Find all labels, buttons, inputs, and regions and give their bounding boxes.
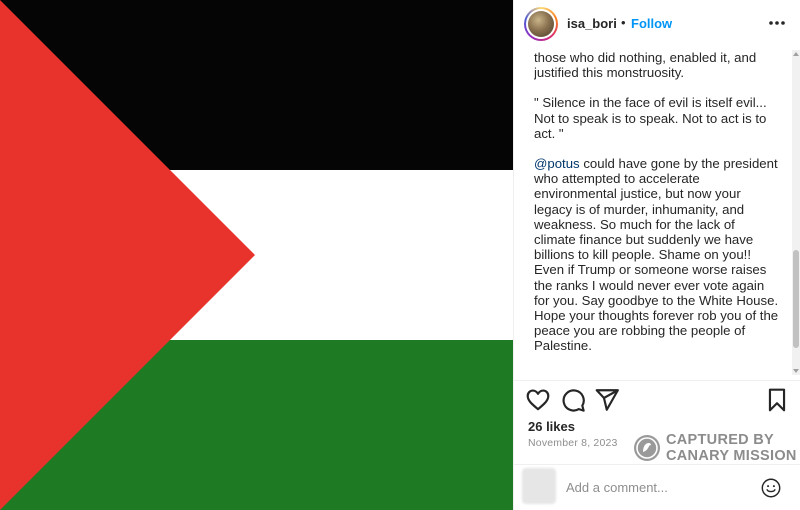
mention-link[interactable]: @potus <box>534 156 580 171</box>
caption-scrollbar[interactable] <box>792 50 800 375</box>
caption-body-text: could have gone by the president who att… <box>534 156 779 354</box>
scrollbar-thumb[interactable] <box>793 250 799 348</box>
emoji-icon[interactable] <box>760 477 782 499</box>
post-actions <box>514 387 800 415</box>
canary-mission-watermark: CAPTURED BY CANARY MISSION <box>634 431 800 465</box>
bird-logo-icon <box>634 435 660 461</box>
caption-paragraph: those who did nothing, enabled it, and j… <box>534 50 757 81</box>
more-options-icon[interactable] <box>766 12 788 34</box>
watermark-line: CANARY MISSION <box>666 448 797 464</box>
palestinian-flag-image <box>0 0 513 510</box>
author-username[interactable]: isa_bori <box>567 16 617 31</box>
like-count[interactable]: 26 likes <box>528 419 575 434</box>
scroll-up-arrow-icon[interactable] <box>793 52 799 56</box>
follow-button[interactable]: Follow <box>631 16 672 31</box>
divider <box>514 380 800 381</box>
comment-input[interactable] <box>566 477 746 497</box>
post-caption: those who did nothing, enabled it, and j… <box>534 50 779 372</box>
post-image <box>0 0 513 510</box>
viewer-avatar <box>522 468 556 504</box>
bird-silhouette-icon <box>636 437 658 459</box>
watermark-line: CAPTURED BY <box>666 432 775 448</box>
watermark-text: CAPTURED BY CANARY MISSION <box>666 432 797 464</box>
post-date[interactable]: November 8, 2023 <box>528 437 618 449</box>
scroll-down-arrow-icon[interactable] <box>793 369 799 373</box>
post-header: isa_bori • Follow <box>514 0 800 48</box>
header-separator: • <box>621 15 626 30</box>
share-icon[interactable] <box>594 387 620 413</box>
author-avatar[interactable] <box>524 7 558 41</box>
comment-bar <box>514 465 800 510</box>
caption-paragraph: @potus could have gone by the president … <box>534 156 779 354</box>
heart-icon[interactable] <box>525 387 551 413</box>
avatar-ring <box>526 9 556 39</box>
caption-quote: " Silence in the face of evil is itself … <box>534 95 767 141</box>
comment-icon[interactable] <box>560 387 586 413</box>
avatar-photo <box>528 11 554 37</box>
bookmark-icon[interactable] <box>764 387 790 413</box>
post-side-panel: isa_bori • Follow those who did nothing,… <box>513 0 800 510</box>
